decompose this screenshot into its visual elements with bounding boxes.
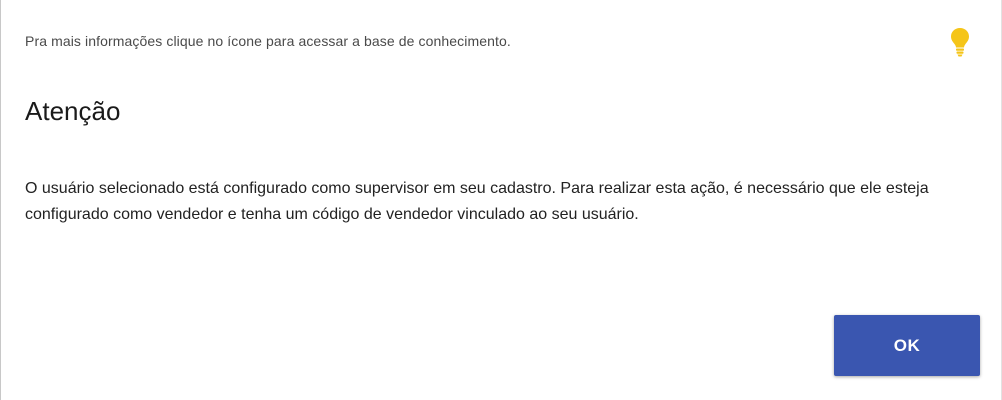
dialog-title: Atenção xyxy=(25,96,121,126)
dialog-message: O usuário selecionado está configurado c… xyxy=(25,180,929,223)
ok-button[interactable]: OK xyxy=(834,315,980,376)
lightbulb-icon[interactable] xyxy=(949,26,971,58)
knowledge-base-hint: Pra mais informações clique no ícone par… xyxy=(25,33,511,49)
alert-dialog: Pra mais informações clique no ícone par… xyxy=(0,0,1002,400)
